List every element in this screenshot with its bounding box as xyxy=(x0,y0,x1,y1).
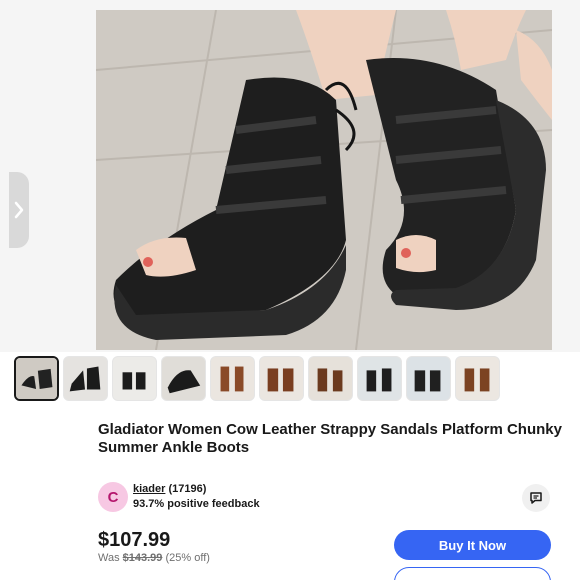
original-price: $143.99 xyxy=(122,552,163,564)
thumbnail-2[interactable] xyxy=(63,356,108,401)
thumbnail-3[interactable] xyxy=(112,356,157,401)
message-seller-button[interactable] xyxy=(522,484,550,512)
thumbnail-strip xyxy=(14,356,500,401)
discount-percent: (25% off) xyxy=(165,552,210,564)
gallery-prev-button[interactable] xyxy=(9,172,29,248)
secondary-action-button[interactable] xyxy=(394,567,551,580)
seller-feedback-count: (17196) xyxy=(168,483,207,495)
image-gallery xyxy=(0,0,580,352)
chevron-right-icon xyxy=(14,201,24,219)
seller-name-link[interactable]: kiader xyxy=(133,483,165,495)
thumbnail-1[interactable] xyxy=(14,356,59,401)
buy-it-now-button[interactable]: Buy It Now xyxy=(394,530,551,560)
message-icon xyxy=(530,492,542,504)
seller-info: kiader (17196) 93.7% positive feedback xyxy=(133,482,260,512)
product-photo[interactable] xyxy=(96,10,552,350)
thumbnail-5[interactable] xyxy=(210,356,255,401)
listing-title: Gladiator Women Cow Leather Strappy Sand… xyxy=(98,421,562,456)
was-price-line: Was $143.99 (25% off) xyxy=(98,552,210,564)
current-price: $107.99 xyxy=(98,529,171,551)
seller-feedback-percent: 93.7% positive feedback xyxy=(133,498,260,510)
seller-card: C kiader (17196) 93.7% positive feedback xyxy=(98,482,260,512)
was-label: Was xyxy=(98,552,120,564)
thumbnail-4[interactable] xyxy=(161,356,206,401)
thumbnail-7[interactable] xyxy=(308,356,353,401)
thumbnail-8[interactable] xyxy=(357,356,402,401)
thumbnail-9[interactable] xyxy=(406,356,451,401)
seller-avatar[interactable]: C xyxy=(98,482,128,512)
thumbnail-6[interactable] xyxy=(259,356,304,401)
thumbnail-10[interactable] xyxy=(455,356,500,401)
